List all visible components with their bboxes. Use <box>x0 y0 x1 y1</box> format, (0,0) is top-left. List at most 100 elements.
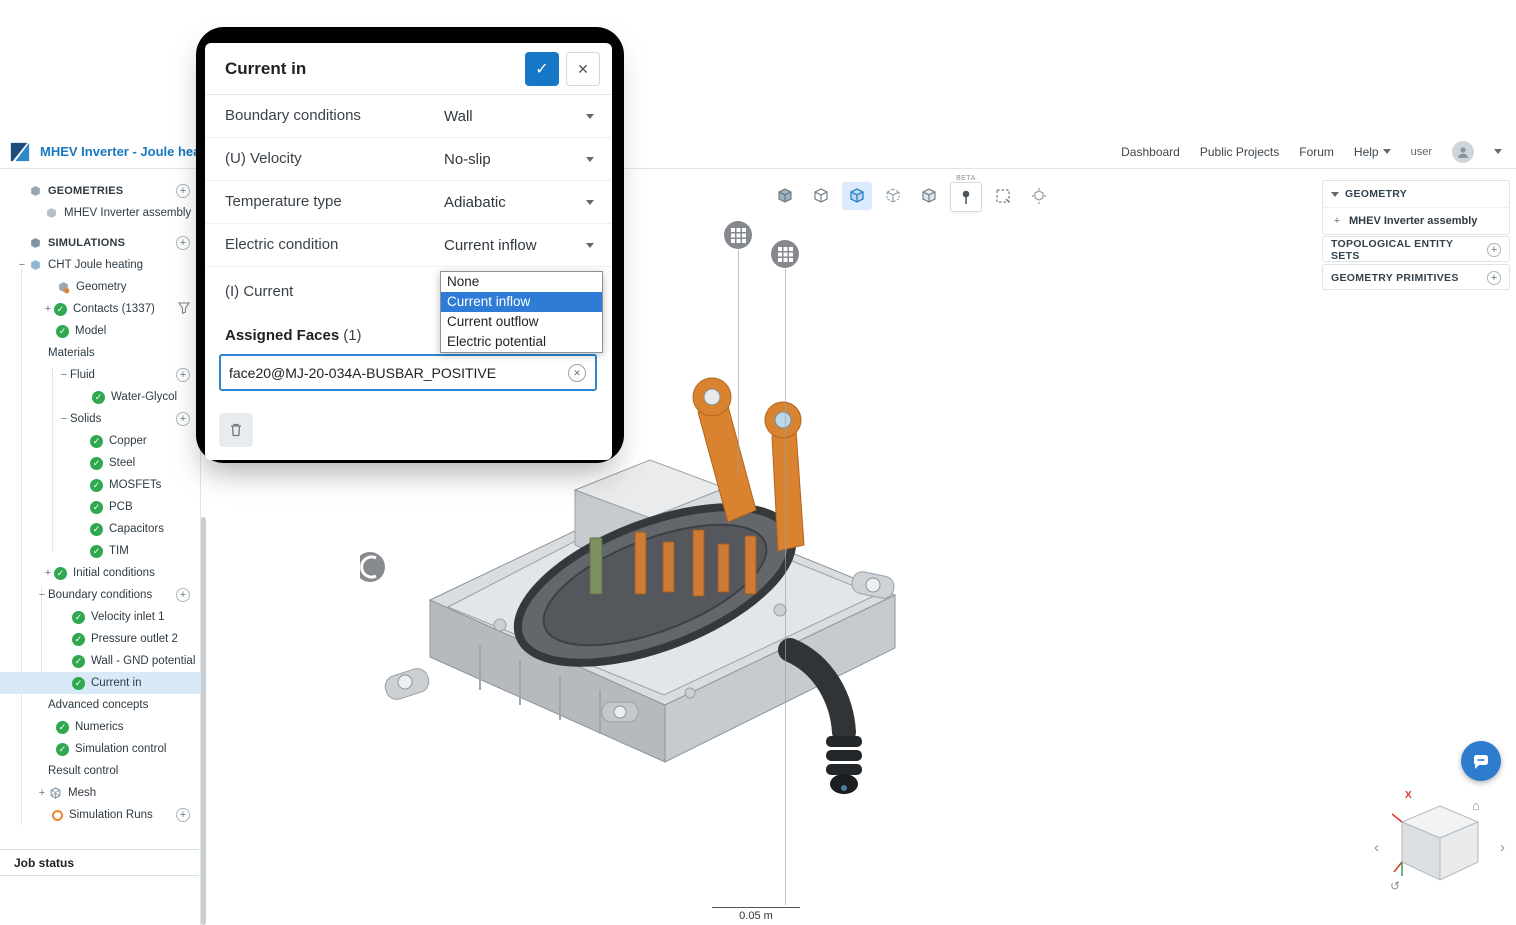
collapse-toggle[interactable] <box>58 369 70 381</box>
add-boundary-condition-button[interactable] <box>176 588 190 602</box>
support-chat-button[interactable] <box>1461 741 1501 781</box>
expand-toggle[interactable] <box>42 567 54 579</box>
tree-item-steel[interactable]: Steel <box>0 452 200 474</box>
topological-header-label: TOPOLOGICAL ENTITY SETS <box>1331 238 1481 262</box>
tree-item-boundary-conditions[interactable]: Boundary conditions <box>0 584 200 606</box>
tree-item-contacts[interactable]: Contacts (1337) <box>0 298 200 320</box>
tree-item-geometry[interactable]: Geometry <box>0 276 200 298</box>
reset-rotation-icon[interactable]: ↺ <box>1390 880 1400 892</box>
rotate-left-chevron[interactable]: ‹ <box>1374 840 1379 855</box>
tree-item-wall-gnd-potential[interactable]: Wall - GND potential <box>0 650 200 672</box>
tree-label: Simulation control <box>75 743 166 755</box>
tree-item-simulation-control[interactable]: Simulation control <box>0 738 200 760</box>
delete-assignment-button[interactable] <box>219 413 253 447</box>
job-status-label: Job status <box>14 856 74 870</box>
close-button[interactable] <box>566 52 600 86</box>
tree-item-materials[interactable]: Materials <box>0 342 200 364</box>
simscale-logo-icon <box>8 141 32 163</box>
geometry-section-header[interactable]: GEOMETRY <box>1323 181 1509 207</box>
tree-item-numerics[interactable]: Numerics <box>0 716 200 738</box>
tree-simulations-header[interactable]: SIMULATIONS <box>0 232 200 254</box>
tree-item-mesh[interactable]: Mesh <box>0 782 200 804</box>
tree-item-current-in[interactable]: Current in <box>0 672 200 694</box>
rotate-right-chevron[interactable]: › <box>1500 840 1505 855</box>
add-geometry-button[interactable] <box>176 184 190 198</box>
mesh-icon <box>48 786 62 800</box>
select-value: Adiabatic <box>444 194 506 211</box>
tree-item-pressure-outlet[interactable]: Pressure outlet 2 <box>0 628 200 650</box>
transparency-button[interactable] <box>914 182 944 210</box>
explode-view-button[interactable] <box>1024 182 1054 210</box>
contact-badge-1[interactable] <box>723 220 753 250</box>
tree-label: MHEV Inverter assembly <box>64 207 191 219</box>
temperature-type-select[interactable]: Adiabatic <box>444 181 594 223</box>
collapse-toggle[interactable] <box>36 589 48 601</box>
nav-dashboard[interactable]: Dashboard <box>1121 145 1180 159</box>
tree-item-result-control[interactable]: Result control <box>0 760 200 782</box>
assigned-face-field[interactable] <box>219 354 597 391</box>
dropdown-option-current-outflow[interactable]: Current outflow <box>441 312 602 332</box>
new-run-button[interactable] <box>176 808 190 822</box>
expand-toggle[interactable] <box>36 787 48 799</box>
dropdown-option-electric-potential[interactable]: Electric potential <box>441 332 602 352</box>
tree-item-solids[interactable]: Solids <box>0 408 200 430</box>
geometry-header-label: GEOMETRY <box>1345 188 1407 200</box>
tree-item-velocity-inlet[interactable]: Velocity inlet 1 <box>0 606 200 628</box>
velocity-select[interactable]: No-slip <box>444 138 594 180</box>
tree-item-initial-conditions[interactable]: Initial conditions <box>0 562 200 584</box>
geometry-assembly-row[interactable]: MHEV Inverter assembly <box>1323 207 1509 234</box>
tree-item-copper[interactable]: Copper <box>0 430 200 452</box>
add-solid-material-button[interactable] <box>176 412 190 426</box>
expand-toggle[interactable] <box>1331 215 1343 227</box>
tree-item-advanced-concepts[interactable]: Advanced concepts <box>0 694 200 716</box>
dropdown-option-none[interactable]: None <box>441 272 602 292</box>
probe-point-button[interactable]: BETA <box>950 182 982 212</box>
job-status-bar[interactable]: Job status <box>0 849 199 876</box>
tree-item-simulation-runs[interactable]: Simulation Runs <box>0 804 200 826</box>
dropdown-option-current-inflow[interactable]: Current inflow <box>441 292 602 312</box>
apply-button[interactable] <box>525 52 559 86</box>
collapse-toggle[interactable] <box>16 259 28 271</box>
tree-item-mosfets[interactable]: MOSFETs <box>0 474 200 496</box>
select-value: No-slip <box>444 151 491 168</box>
geometry-primitives-panel[interactable]: GEOMETRY PRIMITIVES <box>1322 264 1510 290</box>
add-fluid-material-button[interactable] <box>176 368 190 382</box>
render-mode-button[interactable] <box>770 182 800 210</box>
assembly-label: MHEV Inverter assembly <box>1349 215 1477 227</box>
sidebar-scrollbar[interactable] <box>201 517 206 925</box>
face-input[interactable] <box>221 365 568 381</box>
tree-item-cht-joule-heating[interactable]: CHT Joule heating <box>0 254 200 276</box>
tree-item-capacitors[interactable]: Capacitors <box>0 518 200 540</box>
expand-toggle[interactable] <box>42 303 54 315</box>
simulations-icon <box>28 236 42 250</box>
navigation-cube[interactable] <box>1392 800 1488 892</box>
add-primitive-button[interactable] <box>1487 271 1501 285</box>
tree-item-tim[interactable]: TIM <box>0 540 200 562</box>
tree-item-model[interactable]: Model <box>0 320 200 342</box>
hide-body-button[interactable] <box>878 182 908 210</box>
nav-public-projects[interactable]: Public Projects <box>1200 145 1279 159</box>
home-view-icon[interactable]: ⌂ <box>1472 799 1480 812</box>
box-select-button[interactable] <box>988 182 1018 210</box>
add-simulation-button[interactable] <box>176 236 190 250</box>
clear-face-button[interactable] <box>568 364 586 382</box>
avatar[interactable] <box>1452 141 1474 163</box>
tree-geometries-header[interactable]: GEOMETRIES <box>0 180 200 202</box>
tree-item-assembly[interactable]: MHEV Inverter assembly <box>0 202 200 224</box>
nav-forum[interactable]: Forum <box>1299 145 1334 159</box>
add-entity-set-button[interactable] <box>1487 243 1501 257</box>
boundary-conditions-select[interactable]: Wall <box>444 95 594 137</box>
nav-help[interactable]: Help <box>1354 145 1391 159</box>
tree-item-pcb[interactable]: PCB <box>0 496 200 518</box>
user-menu-chevron-icon[interactable] <box>1494 149 1502 154</box>
tree-item-fluid[interactable]: Fluid <box>0 364 200 386</box>
topological-entity-sets-panel[interactable]: TOPOLOGICAL ENTITY SETS <box>1322 236 1510 262</box>
electric-condition-select[interactable]: Current inflow <box>444 224 594 266</box>
select-faces-button[interactable] <box>842 182 872 210</box>
contact-badge-2[interactable] <box>770 239 800 269</box>
tree-label: Mesh <box>68 787 96 799</box>
collapse-toggle[interactable] <box>58 413 70 425</box>
tree-item-water-glycol[interactable]: Water-Glycol <box>0 386 200 408</box>
filter-contacts-button[interactable] <box>178 302 190 317</box>
section-view-button[interactable] <box>806 182 836 210</box>
